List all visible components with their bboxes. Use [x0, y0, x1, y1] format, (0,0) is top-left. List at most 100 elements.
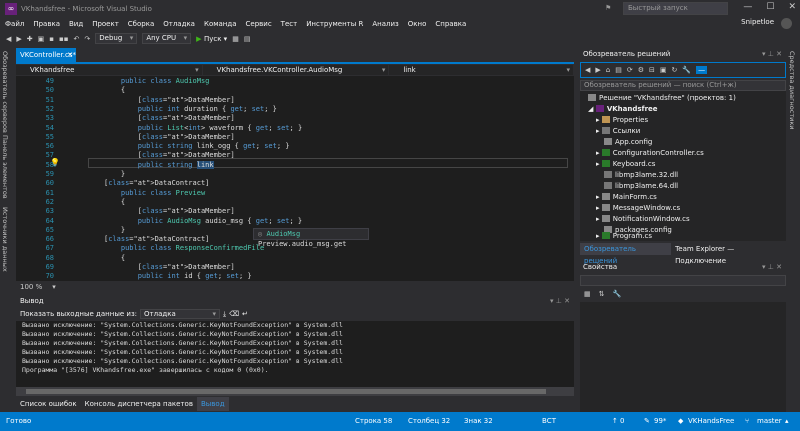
menu-build[interactable]: Сборка — [128, 20, 154, 28]
show-all-files-icon[interactable]: ▣ — [660, 66, 667, 74]
pin-icon[interactable]: ⊥ — [768, 263, 774, 271]
pencil-icon[interactable]: ✎ — [644, 417, 650, 425]
word-wrap-icon[interactable]: ↵ — [242, 310, 248, 318]
close-icon[interactable]: ✕ — [564, 297, 570, 305]
toolbar-extra2-icon[interactable]: ▤ — [244, 35, 251, 43]
branch-icon[interactable]: ⑂ — [745, 417, 749, 425]
start-debugging-button[interactable]: ▶ Пуск ▾ — [196, 35, 227, 43]
menu-help[interactable]: Справка — [435, 20, 466, 28]
tree-item-libmp3lame64[interactable]: libmp3lame.64.dll — [604, 181, 678, 191]
data-sources-tab[interactable]: Источники данных — [1, 207, 9, 272]
pin-icon[interactable]: ⊥ — [768, 50, 774, 58]
redo-icon[interactable]: ↷ — [84, 35, 90, 43]
dropdown-icon[interactable]: ▾ — [550, 297, 554, 305]
back-icon[interactable]: ◀ — [585, 66, 590, 74]
alphabetical-icon[interactable]: ⇅ — [599, 290, 605, 298]
tree-item-messagewindow[interactable]: ▸ MessageWindow.cs — [596, 203, 680, 213]
save-icon[interactable]: ▪ — [49, 35, 54, 43]
minimize-icon[interactable]: — — [743, 2, 752, 12]
tree-item-mainform[interactable]: ▸ MainForm.cs — [596, 192, 657, 202]
output-text[interactable]: Вызвано исключение: "System.Collections.… — [16, 321, 574, 387]
save-all-icon[interactable]: ▪▪ — [59, 35, 69, 43]
tree-item-references[interactable]: ▸ Ссылки — [596, 126, 640, 136]
user-name[interactable]: Snipetloe — [741, 18, 774, 26]
forward-icon[interactable]: ▶ — [16, 35, 21, 43]
server-explorer-tab[interactable]: Обозреватель серверов — [1, 51, 9, 133]
tree-item-project[interactable]: ◢ VKhandsfree — [588, 104, 658, 114]
intellisense-suggestion[interactable]: ◎ AudioMsg Preview.audio_msg.get — [253, 228, 369, 248]
status-branch[interactable]: master — [757, 417, 782, 425]
menu-view[interactable]: Вид — [69, 20, 83, 28]
home-icon[interactable]: ⌂ — [606, 66, 610, 74]
undo-icon[interactable]: ↶ — [74, 35, 80, 43]
notification-flag-icon[interactable]: ⚑ — [605, 4, 611, 12]
tab-output[interactable]: Вывод — [196, 397, 229, 411]
forward-icon[interactable]: ▶ — [595, 66, 600, 74]
output-horizontal-scrollbar[interactable] — [16, 387, 574, 396]
tree-item-app-config[interactable]: App.config — [604, 137, 652, 147]
avatar[interactable] — [781, 18, 792, 29]
solution-tree[interactable]: Решение "VKhandsfree" (проектов: 1) ◢ VK… — [580, 91, 786, 241]
maximize-icon[interactable]: ☐ — [766, 2, 774, 12]
tree-item-solution[interactable]: Решение "VKhandsfree" (проектов: 1) — [588, 93, 736, 103]
status-changes[interactable]: 99* — [654, 417, 666, 425]
menu-edit[interactable]: Правка — [33, 20, 60, 28]
solution-config-select[interactable]: Debug — [95, 33, 138, 44]
tab-team-explorer[interactable]: Team Explorer — Подключение — [671, 243, 786, 265]
menu-tools[interactable]: Сервис — [246, 20, 272, 28]
pin-icon[interactable]: ⊥ — [556, 297, 562, 305]
menu-file[interactable]: Файл — [5, 20, 24, 28]
new-project-icon[interactable]: ✚ — [27, 35, 33, 43]
property-pages-icon[interactable]: 🔧 — [613, 290, 622, 298]
status-repo[interactable]: VKHandsFree — [688, 417, 734, 425]
dropdown-icon[interactable]: ▾ — [762, 50, 766, 58]
close-icon[interactable]: ✕ — [776, 50, 782, 58]
class-dropdown[interactable]: VKhandsfree.VKController.AudioMsg — [202, 65, 389, 75]
solution-platform-select[interactable]: Any CPU — [142, 33, 192, 44]
status-unpushed[interactable]: 0 — [620, 417, 624, 425]
quick-launch-input[interactable]: Быстрый запуск — [623, 2, 728, 15]
categorized-icon[interactable]: ▦ — [584, 290, 591, 298]
properties-grid[interactable] — [580, 302, 786, 412]
clear-all-icon[interactable]: ⌫ — [229, 310, 239, 318]
repo-icon[interactable]: ◆ — [678, 417, 683, 425]
menu-analyze[interactable]: Анализ — [372, 20, 398, 28]
sync-icon[interactable]: ⟳ — [627, 66, 633, 74]
tree-item-libmp3lame32[interactable]: libmp3lame.32.dll — [604, 170, 678, 180]
tree-item-properties[interactable]: ▸ Properties — [596, 115, 648, 125]
dropdown-icon[interactable]: ▾ — [762, 263, 766, 271]
member-dropdown[interactable]: link — [389, 65, 574, 75]
open-file-icon[interactable]: ▣ — [38, 35, 45, 43]
toolbox-tab[interactable]: Панель элементов — [1, 135, 9, 199]
document-tab-vkcontroller[interactable]: VKController.cs* ✕ — [16, 48, 76, 62]
output-source-select[interactable]: Отладка — [140, 309, 221, 319]
menu-window[interactable]: Окно — [408, 20, 427, 28]
menu-project[interactable]: Проект — [92, 20, 119, 28]
push-icon[interactable]: ↑ — [612, 417, 618, 425]
refresh-icon[interactable]: ↻ — [672, 66, 678, 74]
diagnostic-tools-tab[interactable]: Средства диагностики — [788, 51, 796, 129]
properties-icon[interactable]: 🔧 — [682, 66, 691, 74]
find-message-icon[interactable]: ⤓ — [223, 310, 226, 319]
chevron-up-icon[interactable]: ▴ — [785, 417, 789, 425]
tree-item-configuration-controller[interactable]: ▸ ConfigurationController.cs — [596, 148, 704, 158]
menu-test[interactable]: Тест — [281, 20, 298, 28]
zoom-level[interactable]: 100 % — [20, 283, 42, 291]
collapse-all-icon[interactable]: ⊟ — [649, 66, 655, 74]
zoom-dropdown-icon[interactable]: ▾ — [52, 283, 56, 291]
tab-error-list[interactable]: Список ошибок — [16, 397, 81, 411]
tab-solution-explorer[interactable]: Обозреватель решений — [580, 243, 672, 265]
close-icon[interactable]: ✕ — [776, 263, 782, 271]
tree-item-keyboard[interactable]: ▸ Keyboard.cs — [596, 159, 655, 169]
tab-package-manager-console[interactable]: Консоль диспетчера пакетов — [81, 397, 197, 411]
close-icon[interactable]: ✕ — [788, 2, 796, 12]
solution-view-icon[interactable]: ▤ — [615, 66, 622, 74]
back-icon[interactable]: ◀ — [6, 35, 11, 43]
pending-changes-icon[interactable]: ⚙ — [638, 66, 644, 74]
menu-debug[interactable]: Отладка — [163, 20, 195, 28]
project-dropdown[interactable]: VKhandsfree — [16, 65, 202, 75]
menu-r-tools[interactable]: Инструменты R — [306, 20, 363, 28]
scrollbar-thumb[interactable] — [26, 389, 546, 394]
tree-item-notificationwindow[interactable]: ▸ NotificationWindow.cs — [596, 214, 690, 224]
close-tab-icon[interactable]: ✕ — [67, 48, 73, 62]
